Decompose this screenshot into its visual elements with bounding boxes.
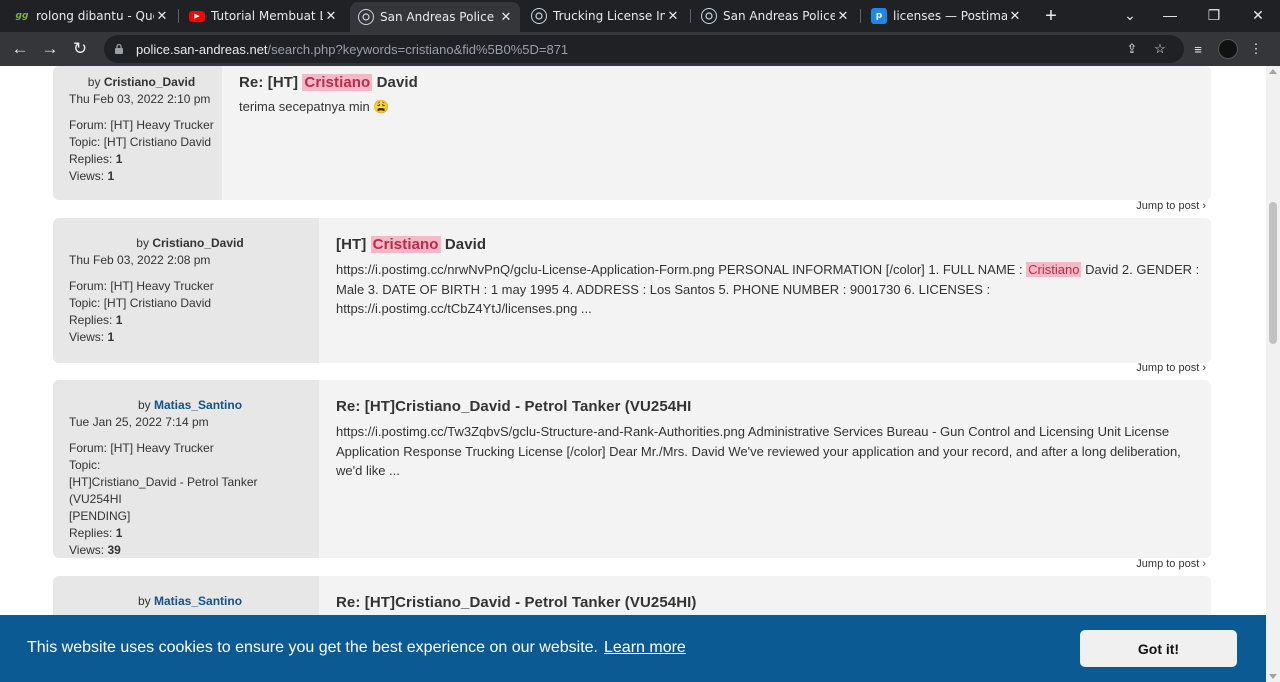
youtube-favicon-icon: ▶ — [189, 10, 205, 22]
close-tab-icon[interactable]: ✕ — [323, 8, 339, 24]
sapd-favicon-icon — [701, 8, 717, 24]
jump-to-post-link[interactable]: Jump to post › — [1136, 200, 1206, 212]
close-tab-icon[interactable]: ✕ — [665, 8, 681, 24]
sapd-favicon-icon — [358, 9, 374, 25]
scroll-down-arrow-icon[interactable] — [1269, 674, 1277, 679]
views-count: 1 — [107, 330, 115, 344]
back-arrow-icon[interactable]: ← — [8, 37, 32, 61]
topic-link[interactable]: [HT] Cristiano David — [104, 296, 211, 310]
close-tab-icon[interactable]: ✕ — [835, 8, 851, 24]
topic-link[interactable]: [HT] Cristiano David — [104, 135, 211, 149]
post-title-link[interactable]: [HT] Cristiano David — [336, 236, 486, 253]
post-date: Tue Jan 25, 2022 7:14 pm — [69, 415, 209, 429]
new-tab-button[interactable]: + — [1040, 5, 1062, 27]
post-info: by Matias_Santino Tue Jan 25, 2022 7:14 … — [53, 380, 319, 558]
postimages-favicon-icon: p — [871, 8, 887, 24]
reload-icon[interactable]: ↻ — [68, 37, 92, 61]
bookmark-star-icon[interactable]: ☆ — [1150, 39, 1170, 59]
replies-count: 1 — [115, 152, 123, 166]
replies-count: 1 — [115, 313, 123, 327]
browser-tab[interactable]: p licenses — Postimages ✕ — [863, 3, 1029, 29]
tab-separator — [690, 9, 691, 23]
topic-link[interactable]: [HT]Cristiano_David - Petrol Tanker (VU2… — [69, 474, 311, 525]
scroll-up-arrow-icon[interactable] — [1269, 69, 1277, 74]
browser-tab[interactable]: gg rolong dibantu - Quest ✕ — [6, 3, 176, 29]
tab-title: licenses — Postimages — [893, 9, 1007, 23]
page-scrollbar[interactable] — [1266, 66, 1280, 682]
tab-title: San Andreas Police De — [380, 10, 498, 24]
maximize-icon[interactable]: ❐ — [1192, 0, 1236, 30]
url-text: police.san-andreas.net/search.php?keywor… — [136, 42, 568, 57]
views-count: 39 — [107, 543, 121, 557]
share-icon[interactable]: ⇪ — [1122, 39, 1142, 59]
close-window-icon[interactable]: ✕ — [1236, 0, 1280, 30]
post-excerpt: terima secepatnya min 😩 — [239, 99, 390, 114]
post-excerpt: https://i.postimg.cc/nrwNvPnQ/gclu-Licen… — [336, 262, 1200, 316]
url-path: /search.php?keywords=cristiano&fid%5B0%5… — [267, 41, 569, 57]
views-count: 1 — [107, 169, 115, 183]
browser-tab-strip: gg rolong dibantu - Quest ✕ ▶ Tutorial M… — [0, 0, 1280, 32]
author-link[interactable]: Cristiano_David — [152, 236, 243, 250]
replies-count: 1 — [115, 526, 123, 540]
weary-face-emoji-icon: 😩 — [373, 99, 390, 114]
search-highlight: Cristiano — [1026, 262, 1082, 277]
author-link[interactable]: Cristiano_David — [104, 75, 195, 89]
url-host: police.san-andreas.net — [136, 41, 268, 57]
search-result-post: by Cristiano_David Thu Feb 03, 2022 2:10… — [53, 66, 1211, 200]
tab-title: rolong dibantu - Quest — [36, 9, 154, 23]
author-link[interactable]: Matias_Santino — [154, 398, 242, 412]
lock-icon — [114, 43, 126, 55]
page-viewport: by Cristiano_David Thu Feb 03, 2022 2:10… — [0, 66, 1266, 682]
jump-to-post-link[interactable]: Jump to post › — [1136, 558, 1206, 570]
close-tab-icon[interactable]: ✕ — [498, 9, 514, 25]
post-info: by Cristiano_David Thu Feb 03, 2022 2:08… — [53, 218, 319, 363]
cookie-message: This website uses cookies to ensure you … — [27, 639, 686, 656]
search-result-post: by Cristiano_David Thu Feb 03, 2022 2:08… — [53, 218, 1211, 363]
browser-tab[interactable]: San Andreas Police De ✕ — [693, 3, 857, 29]
post-title-link[interactable]: Re: [HT]Cristiano_David - Petrol Tanker … — [336, 594, 697, 611]
tab-search-icon[interactable]: ⌄ — [1108, 0, 1152, 30]
gg-favicon-icon: gg — [15, 11, 29, 21]
close-tab-icon[interactable]: ✕ — [1007, 8, 1023, 24]
post-info: by Cristiano_David Thu Feb 03, 2022 2:10… — [53, 66, 222, 200]
search-highlight: Cristiano — [370, 236, 441, 253]
author-link[interactable]: Matias_Santino — [154, 594, 242, 608]
post-date: Thu Feb 03, 2022 2:10 pm — [69, 92, 211, 106]
post-excerpt: https://i.postimg.cc/Tw3ZqbvS/gclu-Struc… — [336, 424, 1181, 478]
reading-list-icon[interactable]: ≡ — [1186, 37, 1210, 61]
cookie-consent-banner: This website uses cookies to ensure you … — [0, 615, 1266, 682]
forum-link[interactable]: [HT] Heavy Trucker — [110, 441, 213, 455]
search-result-post: by Matias_Santino Tue Jan 25, 2022 7:14 … — [53, 380, 1211, 558]
profile-avatar[interactable] — [1216, 37, 1240, 61]
sapd-favicon-icon — [531, 8, 547, 24]
post-title-link[interactable]: Re: [HT] Cristiano David — [239, 74, 418, 91]
got-it-button[interactable]: Got it! — [1080, 630, 1237, 667]
close-tab-icon[interactable]: ✕ — [154, 8, 170, 24]
tab-title: Tutorial Membuat Lice — [211, 9, 323, 23]
forum-link[interactable]: [HT] Heavy Trucker — [110, 279, 213, 293]
forward-arrow-icon[interactable]: → — [38, 37, 62, 61]
post-date: Thu Feb 03, 2022 2:08 pm — [69, 253, 211, 267]
tab-title: San Andreas Police De — [723, 9, 835, 23]
browser-tab[interactable]: Trucking License Inform ✕ — [523, 3, 687, 29]
browser-tab[interactable]: ▶ Tutorial Membuat Lice ✕ — [181, 3, 345, 29]
minimize-icon[interactable]: — — [1148, 0, 1192, 30]
menu-kebab-icon[interactable]: ⋮ — [1244, 37, 1268, 61]
tab-title: Trucking License Inform — [553, 9, 665, 23]
forum-link[interactable]: [HT] Heavy Trucker — [110, 118, 213, 132]
search-highlight: Cristiano — [302, 74, 373, 91]
address-bar[interactable]: police.san-andreas.net/search.php?keywor… — [104, 35, 1184, 63]
scrollbar-thumb[interactable] — [1269, 202, 1277, 344]
learn-more-link[interactable]: Learn more — [604, 639, 686, 656]
tab-separator — [860, 9, 861, 23]
tab-separator — [178, 9, 179, 23]
jump-to-post-link[interactable]: Jump to post › — [1136, 362, 1206, 374]
browser-tab-active[interactable]: San Andreas Police De ✕ — [350, 2, 520, 32]
post-title-link[interactable]: Re: [HT]Cristiano_David - Petrol Tanker … — [336, 398, 691, 415]
browser-toolbar: ← → ↻ police.san-andreas.net/search.php?… — [0, 32, 1280, 66]
